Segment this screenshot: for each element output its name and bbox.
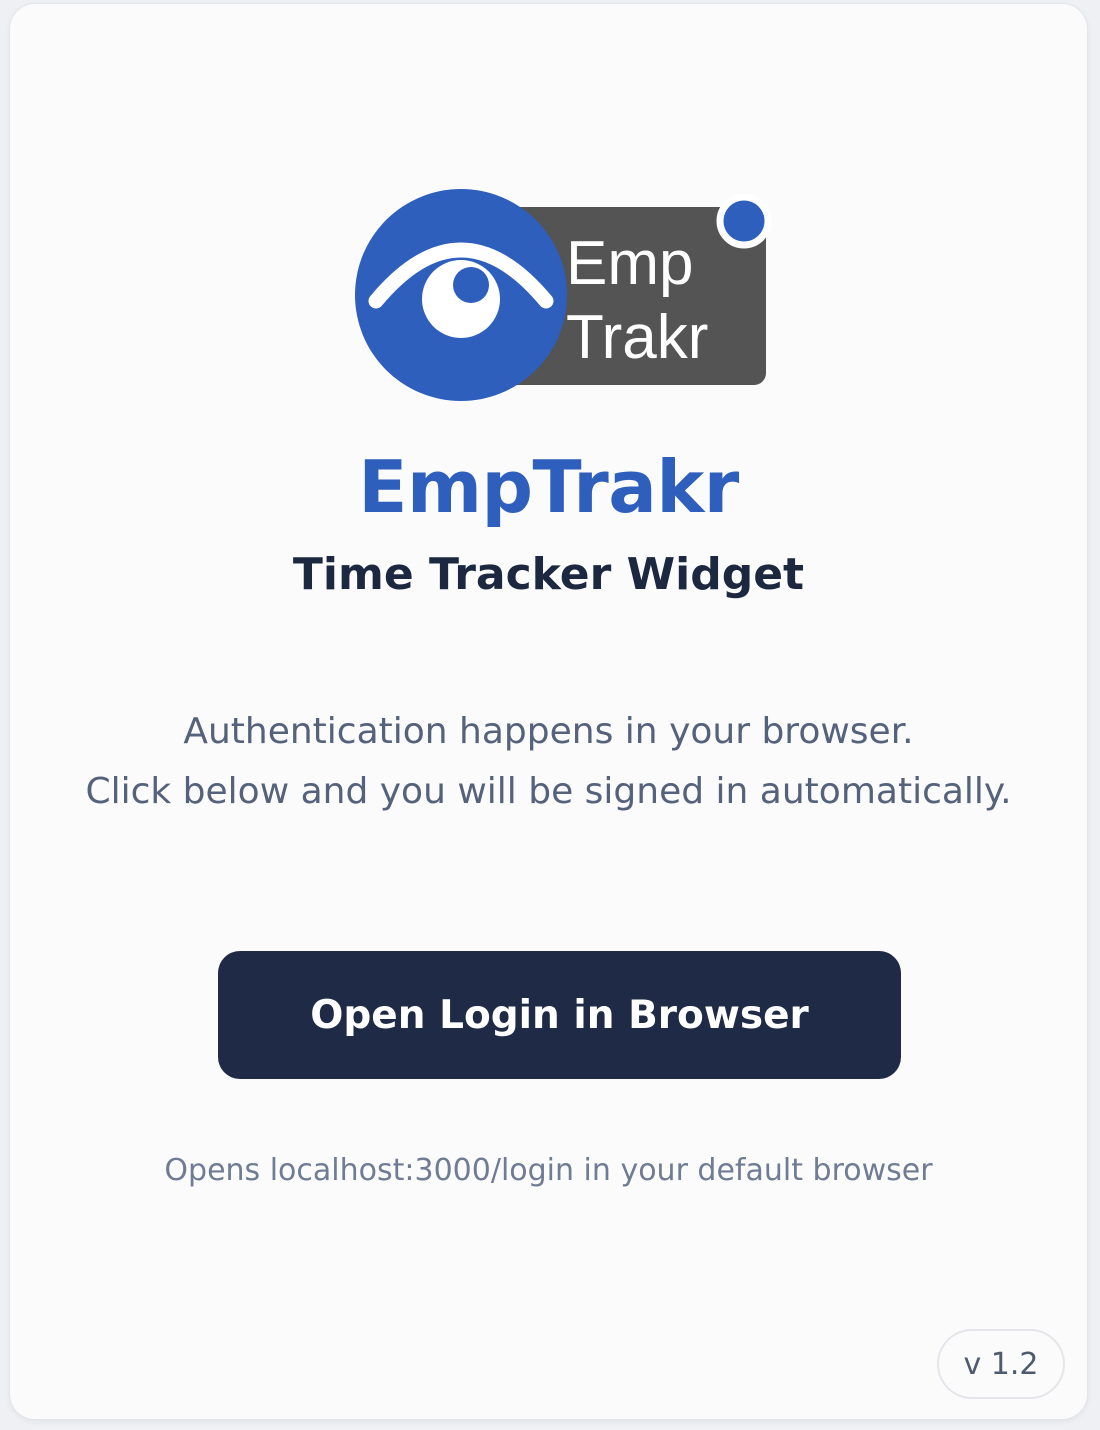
description-line-1: Authentication happens in your browser. [183, 711, 914, 752]
login-hint-text: Opens localhost:3000/login in your defau… [164, 1153, 933, 1188]
description-line-2: Click below and you will be signed in au… [85, 771, 1012, 812]
app-subtitle: Time Tracker Widget [292, 549, 805, 600]
version-label: v 1.2 [963, 1346, 1039, 1382]
logo-status-dot [716, 193, 772, 249]
open-login-in-browser-button[interactable]: Open Login in Browser [218, 951, 901, 1079]
version-badge: v 1.2 [937, 1329, 1065, 1399]
logo-text-line1: Emp [566, 229, 693, 298]
open-login-button-label: Open Login in Browser [310, 992, 809, 1038]
login-card: Emp Trakr EmpTrakr Time Tracker Widget A… [9, 3, 1088, 1420]
brand-name: EmpTrakr [358, 445, 739, 529]
emptrakr-logo: Emp Trakr [346, 184, 776, 410]
logo-text-line2: Trakr [566, 303, 708, 372]
logo-pupil [453, 267, 489, 303]
